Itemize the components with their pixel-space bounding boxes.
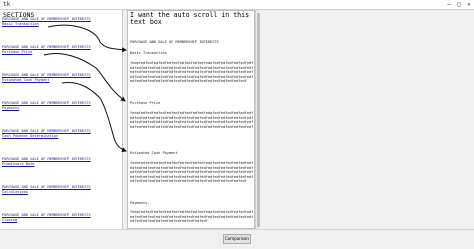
section-link-header: PURCHASE AND SALE OF MEMBERSHIP INTEREST… (2, 213, 91, 217)
section-link-header: PURCHASE AND SALE OF MEMBERSHIP INTEREST… (2, 45, 91, 49)
doc-title: PURCHASE AND SALE OF MEMBERSHIP INTEREST… (130, 40, 219, 44)
section-link-closing[interactable]: PURCHASE AND SALE OF MEMBERSHIP INTEREST… (2, 213, 91, 222)
section-link-label: Basic Transaction (2, 21, 39, 26)
section-link-calculations[interactable]: PURCHASE AND SALE OF MEMBERSHIP INTEREST… (2, 185, 91, 194)
section-link-header: PURCHASE AND SALE OF MEMBERSHIP INTEREST… (2, 157, 91, 161)
sections-panel: SECTIONS PURCHASE AND SALE OF MEMBERSHIP… (0, 10, 123, 229)
section-link-promissory-note[interactable]: PURCHASE AND SALE OF MEMBERSHIP INTEREST… (2, 157, 91, 166)
section-link-payments[interactable]: PURCHASE AND SALE OF MEMBERSHIP INTEREST… (2, 101, 91, 110)
section-title: Purchase Price (130, 101, 161, 105)
section-link-label: Promissory Note (2, 161, 35, 166)
section-link-label: Calculations (2, 189, 28, 194)
vertical-scrollbar[interactable] (255, 10, 260, 229)
section-link-label: Closing (2, 217, 18, 222)
section-link-header: PURCHASE AND SALE OF MEMBERSHIP INTEREST… (2, 17, 91, 21)
section-link-header: PURCHASE AND SALE OF MEMBERSHIP INTEREST… (2, 129, 91, 133)
section-body: fedafedfedfedfedfedfedfedfedfedfedfedafe… (130, 61, 254, 84)
section-title: Estimated Cash Payment (130, 151, 178, 155)
section-link-header: PURCHASE AND SALE OF MEMBERSHIP INTEREST… (2, 101, 91, 105)
section-link-label: Estimated Cash Payment (2, 77, 50, 82)
section-body: fedafedfedfedfedfedfedfedfedfedfedfedafe… (130, 210, 254, 224)
content-text-box[interactable]: I want the auto scroll in this text box … (127, 10, 255, 229)
title-bar: tk – □ ✕ (0, 0, 474, 10)
section-title: Payments. (130, 201, 150, 205)
section-link-label: Purchase Price (2, 49, 33, 54)
maximize-icon[interactable]: □ (454, 0, 464, 9)
section-body: fedafedfedfedfedfedfedfedfedfedfedfedafe… (130, 111, 254, 129)
section-link-header: PURCHASE AND SALE OF MEMBERSHIP INTEREST… (2, 73, 91, 77)
app-icon: tk (3, 1, 11, 8)
bottom-bar: Comparison (0, 229, 474, 249)
section-link-purchase-price[interactable]: PURCHASE AND SALE OF MEMBERSHIP INTEREST… (2, 45, 91, 54)
close-icon[interactable]: ✕ (464, 0, 474, 9)
content-heading: I want the auto scroll in this text box (130, 11, 254, 27)
section-link-label: Payments (2, 105, 20, 110)
section-link-basic-transaction[interactable]: PURCHASE AND SALE OF MEMBERSHIP INTEREST… (2, 17, 91, 26)
section-link-header: PURCHASE AND SALE OF MEMBERSHIP INTEREST… (2, 185, 91, 189)
section-link-cash-payment-determination[interactable]: PURCHASE AND SALE OF MEMBERSHIP INTEREST… (2, 129, 91, 138)
section-title: Basic Transaction (130, 51, 167, 55)
minimize-icon[interactable]: – (444, 0, 454, 9)
section-link-estimated-cash-payment[interactable]: PURCHASE AND SALE OF MEMBERSHIP INTEREST… (2, 73, 91, 82)
comparison-button[interactable]: Comparison (223, 234, 251, 244)
section-link-label: Cash Payment Determination (2, 133, 59, 138)
scrollbar-thumb[interactable] (257, 13, 260, 227)
section-body: fedafedfedfedfedfedfedfedfedfedfedfedafe… (130, 161, 254, 184)
